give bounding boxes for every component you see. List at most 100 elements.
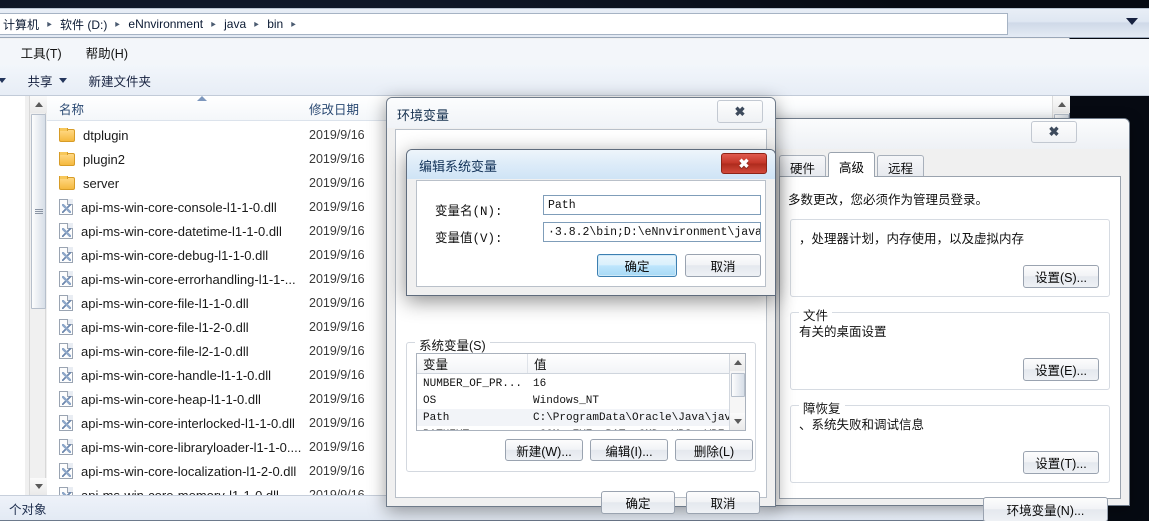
env-variable-row[interactable]: Path C:\ProgramData\Oracle\Java\java...: [417, 409, 745, 426]
address-bar: 计算机 ▸ 软件 (D:) ▸ eNnvironment ▸ java ▸ bin ▸: [0, 8, 1149, 38]
file-name-label: api-ms-win-core-debug-l1-1-0.dll: [81, 247, 269, 263]
scroll-up-icon[interactable]: [730, 354, 745, 371]
env-variable-row[interactable]: OS Windows_NT: [417, 392, 745, 409]
menu-item[interactable]: 帮助(H): [74, 40, 140, 65]
nav-scroll-thumb[interactable]: [31, 114, 46, 309]
breadcrumb-item[interactable]: eNnvironment: [125, 17, 206, 31]
navigation-pane[interactable]: 位置 (C:) (E:): [0, 96, 25, 495]
file-name-label: api-ms-win-core-heap-l1-1-0.dll: [81, 391, 261, 407]
close-icon[interactable]: ✖: [721, 153, 767, 174]
file-name-cell: api-ms-win-core-file-l1-1-0.dll: [47, 295, 309, 311]
env-variable-row[interactable]: NUMBER_OF_PR... 16: [417, 375, 745, 392]
edit-cancel-button[interactable]: 取消: [685, 254, 761, 277]
breadcrumb-item[interactable]: java: [221, 17, 249, 31]
toolbar-item[interactable]: 到库中: [0, 67, 17, 94]
system-properties-titlebar[interactable]: ✖: [771, 119, 1129, 149]
env-dialog-title: 环境变量: [397, 108, 450, 123]
user-profiles-text: 有关的桌面设置: [799, 325, 887, 339]
column-header-value[interactable]: 值: [527, 354, 547, 373]
toolbar-item[interactable]: 共享: [17, 67, 78, 94]
scroll-up-icon[interactable]: [1053, 96, 1070, 113]
tab-hardware[interactable]: 硬件: [779, 155, 827, 177]
dll-file-icon: [59, 463, 73, 479]
file-name-cell: api-ms-win-core-libraryloader-l1-1-0....: [47, 439, 309, 455]
env-ok-button[interactable]: 确定: [601, 491, 675, 514]
startup-recovery-text: 、系统失败和调试信息: [799, 418, 925, 432]
scroll-down-icon[interactable]: [730, 413, 745, 430]
system-variables-label: 系统变量(S): [415, 335, 490, 354]
status-text: 个对象: [9, 502, 47, 517]
file-name-cell: api-ms-win-core-errorhandling-l1-1-...: [47, 271, 309, 287]
file-name-label: api-ms-win-core-file-l1-2-0.dll: [81, 319, 249, 335]
env-dialog-titlebar[interactable]: 环境变量 ✖: [387, 98, 775, 128]
edit-ok-button[interactable]: 确定: [597, 254, 677, 277]
scroll-up-icon[interactable]: [30, 96, 47, 113]
column-header-variable[interactable]: 变量: [417, 354, 527, 373]
file-name-cell: api-ms-win-core-heap-l1-1-0.dll: [47, 391, 309, 407]
dll-file-icon: [59, 223, 73, 239]
edit-dialog-titlebar[interactable]: 编辑系统变量 ✖: [407, 150, 775, 179]
system-properties-dialog: ✖ 硬件 高级 远程 多数更改，您必须作为管理员登录。 ，处理器计划，内存使用，…: [770, 118, 1130, 521]
breadcrumb-item[interactable]: 计算机: [0, 16, 42, 33]
dll-file-icon: [59, 319, 73, 335]
breadcrumb-separator-icon[interactable]: ▸: [43, 19, 57, 30]
file-name-cell: api-ms-win-core-memory-l1-1-0.dll: [47, 487, 309, 495]
breadcrumb-separator-icon[interactable]: ▸: [287, 19, 301, 30]
system-variables-list[interactable]: 变量 值 NUMBER_OF_PR... 16 OS Windows_NT Path C:…: [416, 353, 746, 431]
file-name-label: api-ms-win-core-libraryloader-l1-1-0....: [81, 439, 302, 455]
file-name-cell: api-ms-win-core-debug-l1-1-0.dll: [47, 247, 309, 263]
chevron-down-icon[interactable]: [58, 77, 67, 83]
breadcrumb-item[interactable]: bin: [264, 17, 286, 31]
env-scroll-thumb[interactable]: [731, 373, 745, 397]
environment-variables-button[interactable]: 环境变量(N)...: [983, 497, 1108, 521]
file-name-label: api-ms-win-core-errorhandling-l1-1-...: [81, 271, 296, 287]
folder-icon: [59, 127, 75, 142]
file-name-cell: api-ms-win-core-datetime-l1-1-0.dll: [47, 223, 309, 239]
scroll-down-icon[interactable]: [30, 478, 47, 495]
env-variable-row[interactable]: PATHEXT.COM;.EXE;.BAT;.CMD;.VBS;.VBE;: [417, 426, 745, 431]
explorer-toolbar: 到库中共享 新建文件夹: [0, 65, 1149, 96]
file-name-label: api-ms-win-core-console-l1-1-0.dll: [81, 199, 277, 215]
chevron-down-icon[interactable]: [0, 77, 6, 83]
menu-bar: 查看(V)工具(T)帮助(H): [0, 39, 1149, 65]
startup-recovery-settings-button[interactable]: 设置(T)...: [1023, 451, 1099, 474]
performance-text: ，处理器计划，内存使用，以及虚拟内存: [799, 232, 1025, 246]
env-variable-value: Windows_NT: [533, 394, 600, 407]
variable-name-label: 变量名(N):: [435, 205, 503, 219]
dll-file-icon: [59, 439, 73, 455]
menu-item[interactable]: 工具(T): [9, 40, 74, 65]
file-name-cell: server: [47, 175, 309, 191]
variable-name-input[interactable]: Path: [543, 195, 761, 215]
env-cancel-button[interactable]: 取消: [686, 491, 760, 514]
toolbar-item-label: 新建文件夹: [88, 74, 152, 89]
new-variable-button[interactable]: 新建(W)...: [505, 439, 583, 461]
performance-settings-button[interactable]: 设置(S)...: [1023, 265, 1099, 288]
chevron-down-icon[interactable]: [1126, 18, 1138, 25]
dll-file-icon: [59, 247, 73, 263]
user-profiles-settings-button[interactable]: 设置(E)...: [1023, 358, 1099, 381]
dll-file-icon: [59, 487, 73, 495]
close-icon[interactable]: ✖: [717, 100, 763, 123]
file-name-cell: plugin2: [47, 151, 309, 167]
env-variable-value: .COM;.EXE;.BAT;.CMD;.VBS;.VBE;: [527, 429, 745, 431]
column-header-name[interactable]: 名称: [47, 99, 309, 118]
edit-variable-button[interactable]: 编辑(I)...: [590, 439, 668, 461]
edit-dialog-body: 变量名(N): Path 变量值(V): ·3.8.2\bin;D:\eNnvi…: [416, 180, 766, 287]
nav-pane-scrollbar[interactable]: [29, 96, 47, 495]
close-icon[interactable]: ✖: [1031, 121, 1077, 143]
menu-item[interactable]: 查看(V): [0, 40, 9, 65]
breadcrumb-separator-icon[interactable]: ▸: [207, 19, 221, 30]
file-name-label: api-ms-win-core-datetime-l1-1-0.dll: [81, 223, 282, 239]
user-profiles-group: 文件 有关的桌面设置 设置(E)...: [790, 305, 1110, 390]
system-variables-scrollbar[interactable]: [729, 354, 745, 430]
file-name-label: api-ms-win-core-file-l2-1-0.dll: [81, 343, 249, 359]
tab-advanced[interactable]: 高级: [828, 152, 876, 177]
variable-value-input[interactable]: ·3.8.2\bin;D:\eNnvironment\java\bin;: [543, 222, 761, 242]
breadcrumb-item[interactable]: 软件 (D:): [57, 16, 110, 33]
toolbar-item[interactable]: 新建文件夹: [78, 67, 163, 94]
breadcrumb-separator-icon[interactable]: ▸: [111, 19, 125, 30]
breadcrumb-separator-icon[interactable]: ▸: [250, 19, 264, 30]
tab-remote[interactable]: 远程: [877, 155, 925, 177]
delete-variable-button[interactable]: 删除(L): [675, 439, 753, 461]
breadcrumb[interactable]: 计算机 ▸ 软件 (D:) ▸ eNnvironment ▸ java ▸ bin ▸: [0, 13, 1008, 35]
